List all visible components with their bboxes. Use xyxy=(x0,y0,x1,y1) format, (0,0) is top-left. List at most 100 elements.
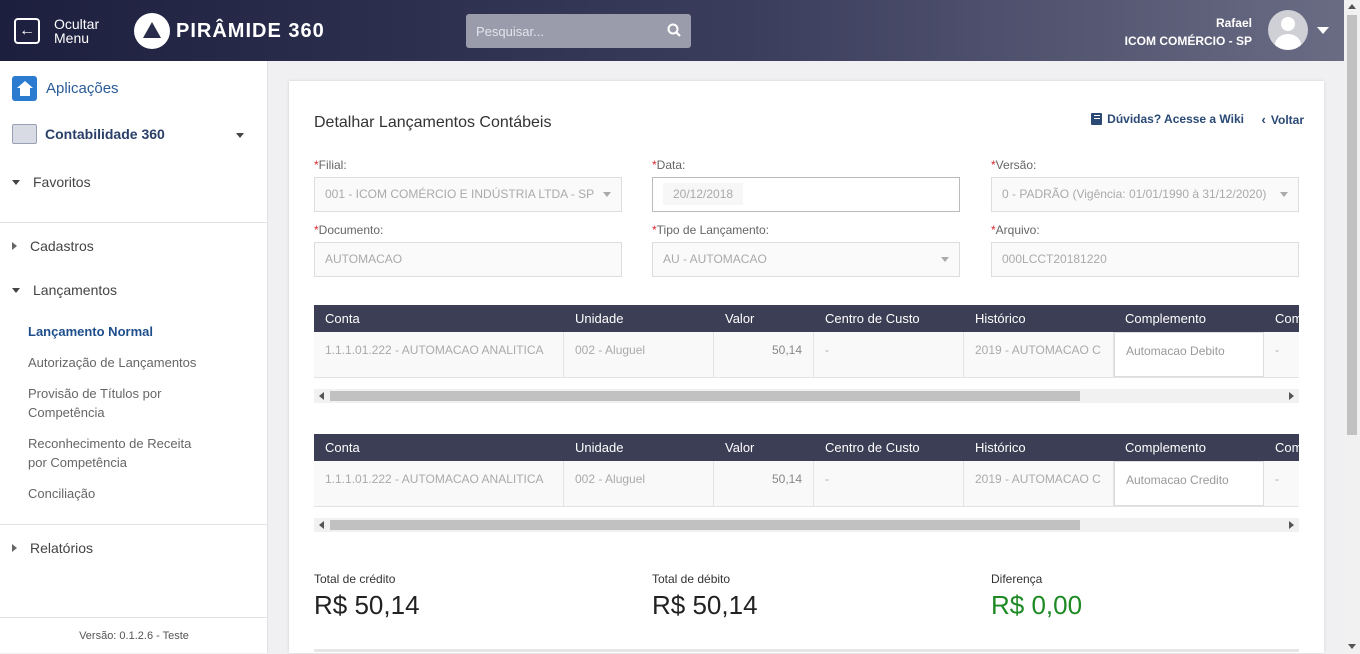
sidebar-item-conciliacao[interactable]: Conciliação xyxy=(28,484,208,503)
search-icon[interactable] xyxy=(667,23,681,37)
valor-cell[interactable]: 50,14 xyxy=(714,461,814,506)
sidebar-section-favorites[interactable]: Favoritos xyxy=(12,174,91,190)
avatar[interactable] xyxy=(1268,10,1308,50)
data-label-text: Data: xyxy=(656,158,686,172)
accounting-module-icon xyxy=(12,124,37,144)
versao-select[interactable]: 0 - PADRÃO (Vigência: 01/01/1990 à 31/12… xyxy=(991,177,1299,212)
user-menu-caret-icon[interactable] xyxy=(1317,27,1329,34)
column-header: Histórico xyxy=(975,440,1026,455)
column-header: Complemento xyxy=(1125,440,1206,455)
home-icon xyxy=(12,76,37,101)
historico-cell[interactable]: 2019 - AUTOMACAO C xyxy=(964,332,1114,377)
complemento-textarea[interactable]: Automacao Debito xyxy=(1114,332,1264,377)
documento-label-text: Documento: xyxy=(318,223,384,237)
page-scrollbar[interactable] xyxy=(1344,0,1360,653)
date-input[interactable]: 20/12/2018 xyxy=(652,177,960,212)
debit-table-scrollbar[interactable] xyxy=(314,389,1299,403)
table-header: Conta Unidade Valor Centro de Custo Hist… xyxy=(314,434,1299,461)
tipo-select[interactable]: AU - AUTOMACAO xyxy=(652,242,960,277)
documento-label: *Documento: xyxy=(314,223,622,240)
unidade-cell[interactable]: 002 - Aluguel xyxy=(564,332,714,377)
column-header: Centro de Custo xyxy=(825,440,920,455)
complemento-textarea[interactable]: Automacao Credito xyxy=(1114,461,1264,506)
versao-label: *Versão: xyxy=(991,158,1299,175)
back-link[interactable]: ‹ Voltar xyxy=(1262,112,1304,127)
app-version: Versão: 0.1.2.6 - Teste xyxy=(0,617,268,653)
divider xyxy=(314,649,1299,652)
documento-field: *Documento: AUTOMACAO xyxy=(314,223,622,277)
sidebar-item-lancamento-normal[interactable]: Lançamento Normal xyxy=(28,322,208,341)
brand-logo[interactable]: PIRÂMIDE 360 xyxy=(134,13,325,49)
lancamentos-label: Lançamentos xyxy=(33,282,118,298)
scrollbar-thumb[interactable] xyxy=(1347,15,1357,435)
search-box xyxy=(466,14,691,48)
arquivo-field: *Arquivo: 000LCCT20181220 xyxy=(991,223,1299,277)
company-name: ICOM COMÉRCIO - SP xyxy=(1124,34,1252,48)
scroll-right-icon[interactable] xyxy=(1289,392,1294,400)
search-input[interactable] xyxy=(466,14,646,48)
wiki-link[interactable]: Dúvidas? Acesse a Wiki xyxy=(1091,112,1244,126)
scrollbar-thumb[interactable] xyxy=(330,520,1080,530)
credit-table-scrollbar[interactable] xyxy=(314,518,1299,532)
column-header: Valor xyxy=(725,440,755,455)
favorites-label: Favoritos xyxy=(33,174,91,190)
documento-value: AUTOMACAO xyxy=(325,252,403,266)
sidebar-item-reconhecimento[interactable]: Reconhecimento de Receita por Competênci… xyxy=(28,434,198,472)
sidebar-item-provisao[interactable]: Provisão de Títulos por Competência xyxy=(28,384,173,422)
column-header: Unidade xyxy=(575,311,624,326)
divider xyxy=(0,222,268,223)
difference-label: Diferença xyxy=(991,572,1043,586)
column-header: Centro de Custo xyxy=(825,311,920,326)
book-icon xyxy=(1091,113,1103,125)
filial-select[interactable]: 001 - ICOM COMÉRCIO E INDÚSTRIA LTDA - S… xyxy=(314,177,622,212)
hide-menu-button[interactable]: ← Ocultar Menu xyxy=(14,17,104,45)
applications-label: Aplicações xyxy=(46,80,119,97)
data-label: *Data: xyxy=(652,158,960,175)
hide-menu-label: Ocultar Menu xyxy=(54,16,100,46)
scrollbar-thumb[interactable] xyxy=(330,391,1080,401)
sidebar-section-relatorios[interactable]: Relatórios xyxy=(12,540,93,556)
module-selector[interactable]: Contabilidade 360 xyxy=(12,124,252,144)
tipo-label: *Tipo de Lançamento: xyxy=(652,223,960,240)
extra-cell[interactable]: - xyxy=(1264,461,1299,506)
filial-label: *Filial: xyxy=(314,158,622,175)
scroll-right-icon[interactable] xyxy=(1289,521,1294,529)
pyramid-logo-icon xyxy=(134,13,170,49)
centro-custo-cell[interactable]: - xyxy=(814,461,964,506)
debit-table: Conta Unidade Valor Centro de Custo Hist… xyxy=(314,305,1299,378)
user-info[interactable]: Rafael ICOM COMÉRCIO - SP xyxy=(1125,14,1252,50)
tipo-field: *Tipo de Lançamento: AU - AUTOMACAO xyxy=(652,223,960,277)
main-card: Detalhar Lançamentos Contábeis Dúvidas? … xyxy=(289,81,1324,653)
sidebar-section-cadastros[interactable]: Cadastros xyxy=(12,238,94,254)
scroll-left-icon[interactable] xyxy=(319,521,324,529)
difference: Diferença R$ 0,00 xyxy=(991,572,1082,621)
sidebar-applications-link[interactable]: Aplicações xyxy=(12,76,119,101)
column-header: Conta xyxy=(325,311,360,326)
scroll-down-icon[interactable] xyxy=(1348,644,1356,649)
historico-cell[interactable]: 2019 - AUTOMACAO C xyxy=(964,461,1114,506)
column-header: Conta xyxy=(325,440,360,455)
documento-input[interactable]: AUTOMACAO xyxy=(314,242,622,277)
column-header: Complemento xyxy=(1125,311,1206,326)
total-credit-value: R$ 50,14 xyxy=(314,590,420,620)
conta-cell[interactable]: 1.1.1.01.222 - AUTOMACAO ANALITICA xyxy=(314,332,564,377)
filial-field: *Filial: 001 - ICOM COMÉRCIO E INDÚSTRIA… xyxy=(314,158,622,212)
scroll-left-icon[interactable] xyxy=(319,392,324,400)
column-header: Histórico xyxy=(975,311,1026,326)
scroll-up-icon[interactable] xyxy=(1348,4,1356,9)
filial-label-text: Filial: xyxy=(318,158,347,172)
unidade-cell[interactable]: 002 - Aluguel xyxy=(564,461,714,506)
arquivo-input[interactable]: 000LCCT20181220 xyxy=(991,242,1299,277)
centro-custo-cell[interactable]: - xyxy=(814,332,964,377)
valor-cell[interactable]: 50,14 xyxy=(714,332,814,377)
total-debit: Total de débito R$ 50,14 xyxy=(652,572,758,621)
sidebar-section-lancamentos[interactable]: Lançamentos xyxy=(12,282,117,298)
chevron-left-icon: ‹ xyxy=(1261,112,1266,127)
versao-label-text: Versão: xyxy=(995,158,1037,172)
chevron-down-icon xyxy=(941,257,949,262)
table-row: 1.1.1.01.222 - AUTOMACAO ANALITICA 002 -… xyxy=(314,332,1299,378)
sidebar-item-autorizacao[interactable]: Autorização de Lançamentos xyxy=(28,353,208,372)
conta-cell[interactable]: 1.1.1.01.222 - AUTOMACAO ANALITICA xyxy=(314,461,564,506)
extra-cell[interactable]: - xyxy=(1264,332,1299,377)
credit-table: Conta Unidade Valor Centro de Custo Hist… xyxy=(314,434,1299,507)
